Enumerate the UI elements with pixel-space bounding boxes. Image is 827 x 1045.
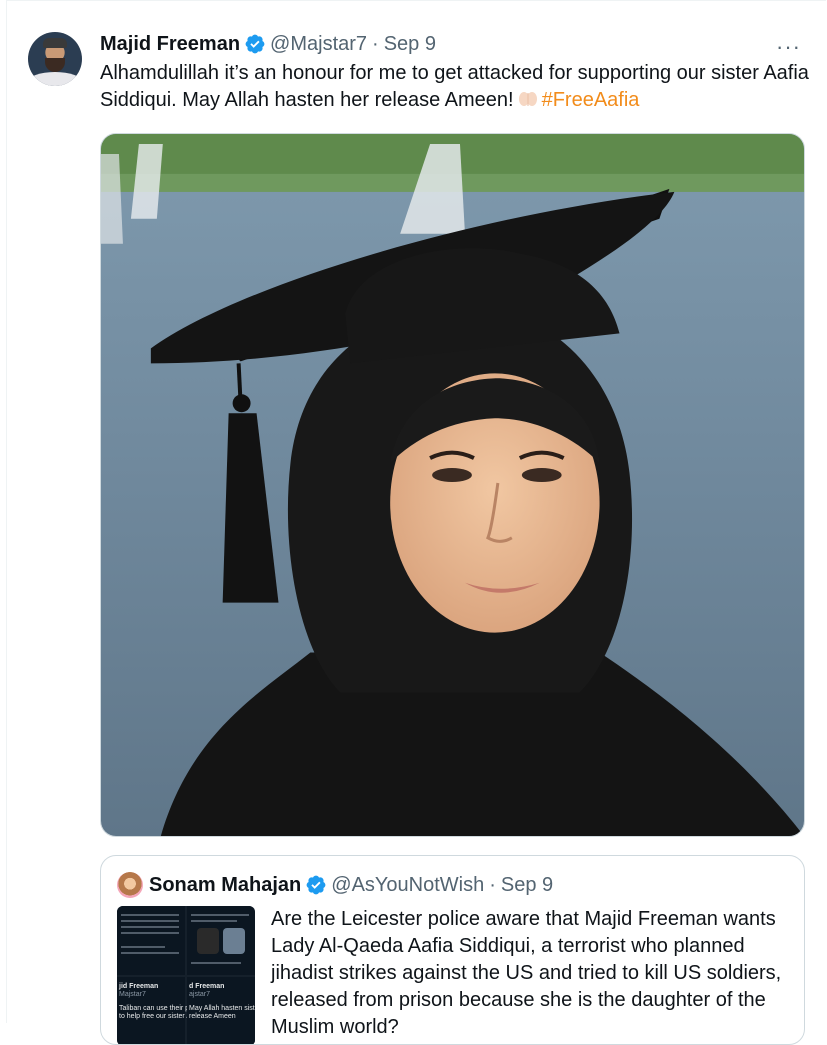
thumb-left-handle: Majstar7 bbox=[119, 991, 146, 998]
quoted-author-handle[interactable]: @AsYouNotWish bbox=[331, 874, 484, 897]
quoted-tweet-text: Are the Leicester police aware that Maji… bbox=[271, 908, 782, 1038]
hashtag-link[interactable]: #FreeAafia bbox=[542, 89, 640, 111]
quoted-author-name[interactable]: Sonam Mahajan bbox=[149, 874, 301, 897]
more-options-icon[interactable]: ··· bbox=[776, 34, 801, 60]
raising-hands-icon bbox=[518, 92, 537, 106]
tweet-text: Alhamdulillah it’s an honour for me to g… bbox=[100, 60, 810, 114]
tweet-body: Alhamdulillah it’s an honour for me to g… bbox=[100, 62, 809, 111]
thumb-cell: d Freeman ajstar7 May Allah hasten siste… bbox=[187, 977, 255, 1044]
verified-badge-icon bbox=[245, 34, 265, 54]
thumb-cell bbox=[187, 906, 255, 975]
author-name[interactable]: Majid Freeman bbox=[100, 33, 240, 56]
thumb-cell: jid Freeman Majstar7 Taliban can use the… bbox=[117, 977, 198, 1044]
quoted-author-avatar[interactable] bbox=[117, 872, 143, 898]
thumb-cell bbox=[117, 906, 185, 975]
tweet-header: Majid Freeman @Majstar7 · Sep 9 bbox=[100, 30, 436, 58]
separator-dot: · bbox=[489, 873, 496, 896]
author-avatar[interactable] bbox=[28, 32, 82, 86]
author-handle[interactable]: @Majstar7 bbox=[270, 33, 367, 56]
tweet-photo[interactable] bbox=[100, 133, 805, 837]
quoted-tweet-card[interactable]: Sonam Mahajan @AsYouNotWish · Sep 9 jid … bbox=[100, 855, 805, 1045]
separator-dot: · bbox=[372, 32, 379, 55]
tweet-date[interactable]: Sep 9 bbox=[384, 33, 436, 56]
quoted-tweet-thumbnail[interactable]: jid Freeman Majstar7 Taliban can use the… bbox=[117, 906, 255, 1044]
thumb-right-name: d Freeman bbox=[189, 983, 225, 990]
quoted-tweet-date[interactable]: Sep 9 bbox=[501, 874, 553, 897]
portrait-image bbox=[101, 134, 804, 836]
thumb-right-body: May Allah hasten siste release Ameen bbox=[189, 1005, 255, 1020]
verified-badge-icon bbox=[306, 875, 326, 895]
quoted-tweet-header: Sonam Mahajan @AsYouNotWish · Sep 9 bbox=[117, 872, 553, 898]
thumb-left-name: jid Freeman bbox=[119, 983, 159, 990]
thumb-right-handle: ajstar7 bbox=[189, 991, 211, 998]
